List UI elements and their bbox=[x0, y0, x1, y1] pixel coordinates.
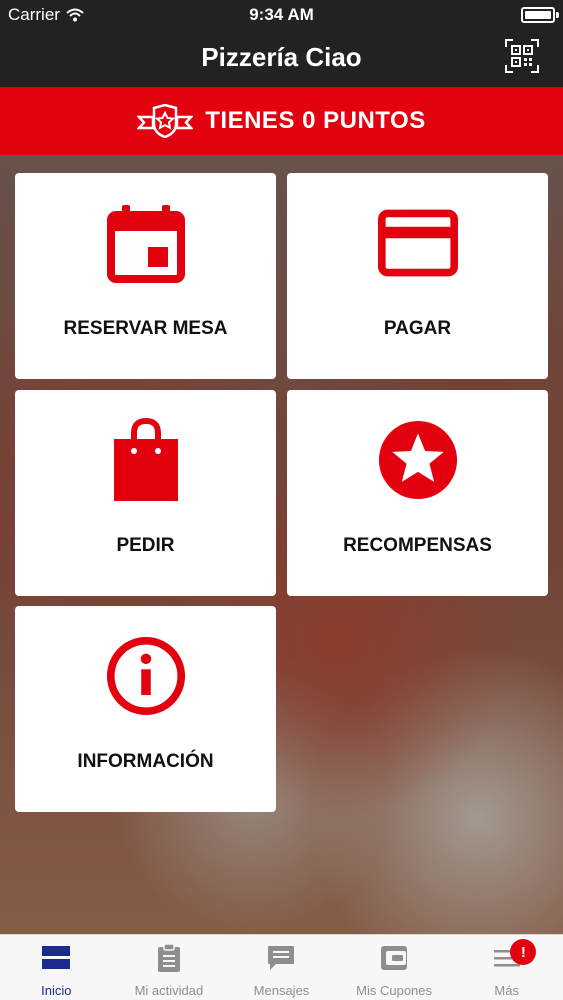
pay-label: PAGAR bbox=[383, 318, 452, 339]
tab-mis-cupones-label: Mis Cupones bbox=[356, 983, 433, 998]
battery-icon bbox=[521, 7, 559, 23]
points-banner[interactable]: TIENES 0 PUNTOS bbox=[0, 87, 563, 155]
info-icon bbox=[106, 636, 186, 716]
credit-card-icon bbox=[377, 203, 458, 283]
wallet-icon bbox=[379, 943, 409, 973]
tab-bar: Inicio Mi actividad Mensajes Mis Cupones… bbox=[0, 934, 563, 1000]
order-label: PEDIR bbox=[116, 535, 175, 556]
star-icon bbox=[378, 420, 458, 500]
reserve-table-tile[interactable]: RESERVAR MESA bbox=[15, 173, 276, 379]
order-tile[interactable]: PEDIR bbox=[15, 390, 276, 596]
tab-mi-actividad-label: Mi actividad bbox=[134, 983, 204, 998]
nav-bar: Pizzería Ciao bbox=[0, 30, 563, 87]
home-grid-icon bbox=[41, 943, 71, 973]
status-time: 9:34 AM bbox=[249, 5, 314, 24]
tab-inicio[interactable]: Inicio bbox=[0, 935, 113, 1000]
tab-mis-cupones[interactable]: Mis Cupones bbox=[338, 935, 451, 1000]
reserve-table-label: RESERVAR MESA bbox=[63, 318, 228, 339]
tab-mas[interactable]: ! Más bbox=[450, 935, 563, 1000]
status-bar: Carrier 9:34 AM bbox=[0, 0, 563, 30]
page-title: Pizzería Ciao bbox=[201, 42, 362, 72]
shopping-bag-icon bbox=[106, 417, 186, 501]
tab-mensajes[interactable]: Mensajes bbox=[225, 935, 338, 1000]
points-label: TIENES 0 PUNTOS bbox=[205, 107, 426, 134]
clipboard-icon bbox=[154, 943, 184, 973]
rewards-label: RECOMPENSAS bbox=[343, 535, 492, 556]
rewards-tile[interactable]: RECOMPENSAS bbox=[287, 390, 548, 596]
tab-mas-label: Más bbox=[494, 983, 519, 998]
tab-mi-actividad[interactable]: Mi actividad bbox=[113, 935, 226, 1000]
notification-badge: ! bbox=[510, 939, 537, 965]
pay-tile[interactable]: PAGAR bbox=[287, 173, 548, 379]
calendar-icon bbox=[106, 203, 186, 283]
message-icon bbox=[266, 943, 296, 973]
qr-code-icon[interactable] bbox=[505, 39, 539, 73]
tab-inicio-label: Inicio bbox=[41, 983, 72, 998]
tab-mensajes-label: Mensajes bbox=[253, 983, 310, 998]
information-tile[interactable]: INFORMACIÓN bbox=[15, 606, 276, 812]
information-label: INFORMACIÓN bbox=[77, 751, 214, 772]
reward-badge-icon bbox=[137, 104, 194, 138]
